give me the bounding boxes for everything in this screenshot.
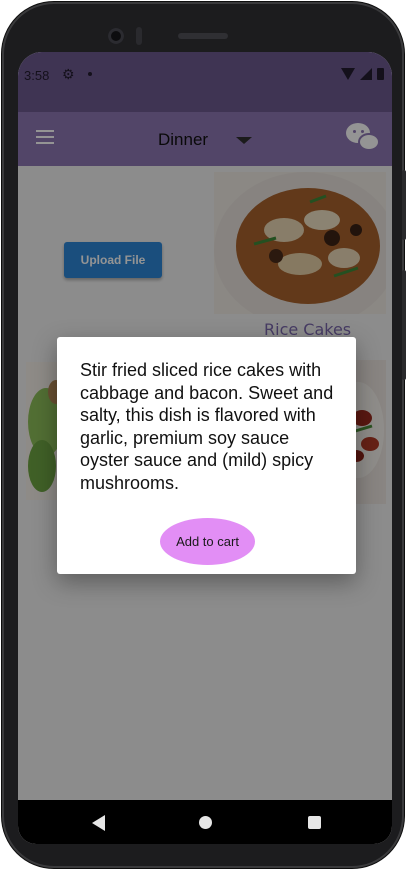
dish-detail-dialog: Stir fried sliced rice cakes with cabbag… <box>57 337 356 574</box>
home-icon[interactable] <box>199 816 212 829</box>
navigation-bar <box>18 800 392 844</box>
phone-device: 3:58 ⚙ Dinner Upload File Rice Cakes Sti… <box>0 0 406 870</box>
front-camera <box>108 28 124 44</box>
dish-description: Stir fried sliced rice cakes with cabbag… <box>80 360 334 493</box>
volume-button <box>402 270 406 380</box>
app-screen: 3:58 ⚙ Dinner Upload File Rice Cakes Sti… <box>18 52 392 844</box>
power-button <box>402 170 406 240</box>
add-to-cart-button[interactable]: Add to cart <box>160 518 255 565</box>
back-icon[interactable] <box>92 815 105 831</box>
earpiece-speaker <box>178 33 228 39</box>
camera-sensor <box>136 27 142 45</box>
recents-icon[interactable] <box>308 816 321 829</box>
